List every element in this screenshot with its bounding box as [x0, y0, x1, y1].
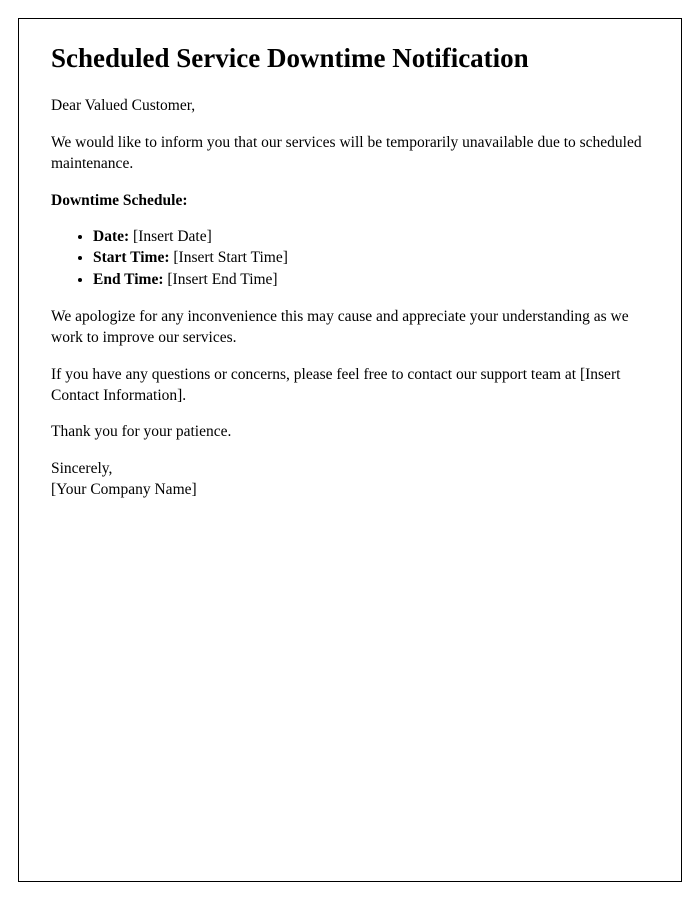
schedule-heading: Downtime Schedule:: [51, 191, 649, 212]
document-title: Scheduled Service Downtime Notification: [51, 43, 649, 74]
greeting-text: Dear Valued Customer,: [51, 96, 649, 117]
schedule-date-value: [Insert Date]: [129, 228, 212, 245]
thanks-paragraph: Thank you for your patience.: [51, 422, 649, 443]
schedule-end-label: End Time:: [93, 271, 164, 288]
list-item: Start Time: [Insert Start Time]: [93, 247, 649, 269]
schedule-list: Date: [Insert Date] Start Time: [Insert …: [93, 226, 649, 291]
schedule-start-label: Start Time:: [93, 249, 170, 266]
company-name: [Your Company Name]: [51, 481, 197, 498]
document-container: Scheduled Service Downtime Notification …: [18, 18, 682, 882]
closing-text: Sincerely,: [51, 460, 112, 477]
schedule-end-value: [Insert End Time]: [164, 271, 278, 288]
apology-paragraph: We apologize for any inconvenience this …: [51, 307, 649, 349]
list-item: End Time: [Insert End Time]: [93, 269, 649, 291]
list-item: Date: [Insert Date]: [93, 226, 649, 248]
schedule-date-label: Date:: [93, 228, 129, 245]
contact-paragraph: If you have any questions or concerns, p…: [51, 365, 649, 407]
intro-paragraph: We would like to inform you that our ser…: [51, 133, 649, 175]
signoff-block: Sincerely, [Your Company Name]: [51, 459, 649, 501]
schedule-start-value: [Insert Start Time]: [170, 249, 288, 266]
